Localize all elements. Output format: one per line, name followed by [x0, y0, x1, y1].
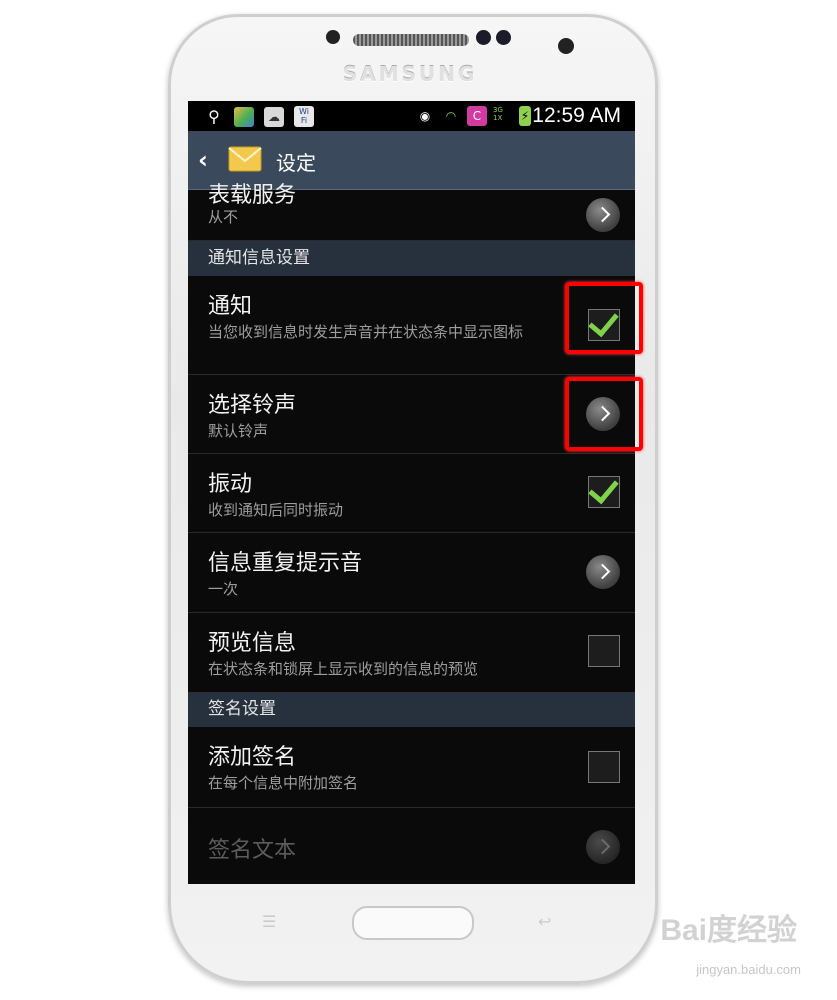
- eye-icon: ◉: [419, 109, 431, 123]
- menu-key-icon[interactable]: ☰: [262, 912, 276, 931]
- list-item-add-signature[interactable]: 添加签名 在每个信息中附加签名: [188, 727, 635, 808]
- item-title: 表载服务: [208, 183, 297, 208]
- item-title: 签名文本: [208, 838, 297, 863]
- section-header-signature: 签名设置: [188, 692, 635, 727]
- item-subtitle: 当您收到信息时发生声音并在状态条中显示图标: [208, 323, 524, 341]
- list-item-preview[interactable]: 预览信息 在状态条和锁屏上显示收到的信息的预览: [188, 613, 635, 692]
- phone-screen: ⚲ ☁ Wi Fi ◉ ◠ C 3G 1X ⚡ 12:59 AM ‹ 设定 表载…: [188, 101, 635, 884]
- back-key-icon[interactable]: ↩: [538, 912, 551, 931]
- watermark-url: jingyan.baidu.com: [696, 962, 801, 977]
- home-button[interactable]: [352, 906, 474, 940]
- item-title: 选择铃声: [208, 393, 297, 418]
- item-title: 信息重复提示音: [208, 551, 363, 576]
- item-subtitle: 从不: [208, 208, 239, 226]
- status-clock: 12:59 AM: [532, 104, 621, 127]
- highlight-box-ringtone-arrow: [565, 377, 643, 451]
- chevron-left-icon[interactable]: ‹: [198, 146, 208, 174]
- brand-logo: SAMSUNG: [342, 62, 478, 86]
- list-item-vibrate[interactable]: 振动 收到通知后同时振动: [188, 454, 635, 533]
- usb-icon: ⚲: [208, 106, 220, 126]
- vibrate-checkbox[interactable]: [588, 476, 620, 508]
- chevron-right-icon[interactable]: [586, 198, 620, 232]
- envelope-icon: [228, 146, 262, 172]
- list-item-repeat-alert[interactable]: 信息重复提示音 一次: [188, 533, 635, 613]
- weather-icon: ☁: [264, 106, 284, 127]
- wifi-direct-icon: Wi Fi: [294, 106, 314, 127]
- list-item-service-loading[interactable]: 表载服务 从不: [188, 183, 635, 241]
- preview-checkbox[interactable]: [588, 635, 620, 667]
- sensor-dot: [326, 30, 340, 44]
- status-bar: ⚲ ☁ Wi Fi ◉ ◠ C 3G 1X ⚡ 12:59 AM: [188, 101, 635, 131]
- add-signature-checkbox[interactable]: [588, 751, 620, 783]
- chevron-right-icon[interactable]: [586, 555, 620, 589]
- chevron-right-icon: [586, 830, 620, 864]
- photo-app-icon: [234, 106, 254, 127]
- wifi-icon: ◠: [445, 109, 457, 123]
- highlight-box-notify-checkbox: [565, 282, 643, 354]
- list-item-signature-text: 签名文本: [188, 808, 635, 884]
- watermark-logo: Bai度经验: [660, 914, 797, 947]
- earpiece-speaker: [353, 34, 469, 46]
- item-title: 添加签名: [208, 745, 297, 770]
- item-subtitle: 在每个信息中附加签名: [208, 774, 359, 792]
- front-camera: [558, 38, 574, 54]
- item-subtitle: 默认铃声: [208, 422, 269, 440]
- item-subtitle: 在状态条和锁屏上显示收到的信息的预览: [208, 660, 479, 678]
- item-title: 振动: [208, 472, 253, 497]
- item-title: 预览信息: [208, 631, 297, 656]
- item-subtitle: 一次: [208, 580, 239, 598]
- page-title: 设定: [276, 151, 316, 175]
- section-header-notification: 通知信息设置: [188, 241, 635, 276]
- signal-icon: 3G 1X: [493, 106, 503, 122]
- item-title: 通知: [208, 294, 253, 319]
- item-subtitle: 收到通知后同时振动: [208, 501, 344, 519]
- sensor-dot: [496, 30, 511, 45]
- carrier-icon: C: [467, 106, 487, 126]
- battery-charging-icon: ⚡: [519, 106, 531, 126]
- sensor-dot: [476, 30, 491, 45]
